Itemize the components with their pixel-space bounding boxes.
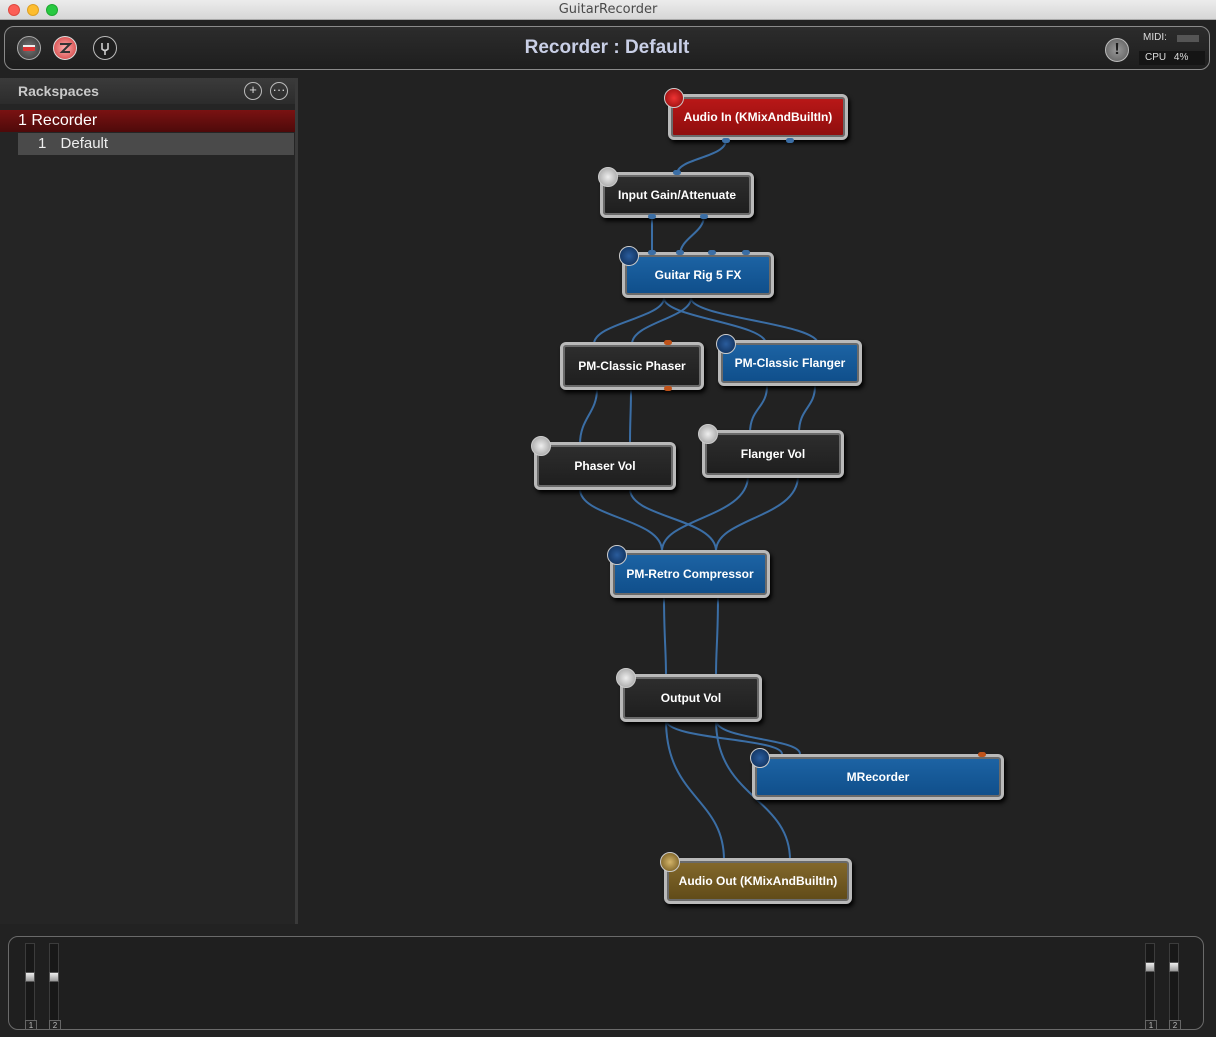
output-port[interactable] <box>648 214 656 219</box>
fader-icon <box>698 424 718 444</box>
toolbar: Recorder : Default ! MIDI: CPU 4% <box>4 26 1210 70</box>
block-label: Audio Out (KMixAndBuiltIn) <box>678 874 838 888</box>
meter-strip: 1 2 1 2 <box>8 936 1204 1030</box>
audio-out-block[interactable]: Audio Out (KMixAndBuiltIn) <box>664 858 852 904</box>
title-bar: GuitarRecorder <box>0 0 1216 20</box>
meter-fader-thumb[interactable] <box>25 972 35 982</box>
window-title: GuitarRecorder <box>558 2 658 17</box>
output-meter-2[interactable]: 2 <box>1169 943 1181 1030</box>
input-meter-2[interactable]: 2 <box>49 943 61 1030</box>
block-label: Input Gain/Attenuate <box>618 188 736 202</box>
output-port[interactable] <box>786 138 794 143</box>
wire[interactable] <box>715 475 799 552</box>
plugin-knob-icon <box>750 748 770 768</box>
rackspaces-sidebar: Rackspaces + ··· 1 Recorder 1 Default <box>0 78 298 924</box>
wire[interactable] <box>579 488 663 552</box>
input-port[interactable] <box>742 250 750 255</box>
add-rackspace-button[interactable]: + <box>244 82 262 100</box>
output-port[interactable] <box>700 214 708 219</box>
page-title: Recorder : Default <box>524 37 690 58</box>
wire[interactable] <box>629 488 717 552</box>
app-window: GuitarRecorder Recorder : Default ! MIDI… <box>0 0 1216 1037</box>
cpu-label: CPU <box>1145 52 1167 63</box>
block-label: PM-Classic Flanger <box>734 356 846 370</box>
wire[interactable] <box>665 719 725 861</box>
rackspace-name: Recorder <box>31 112 98 129</box>
wire[interactable] <box>690 297 819 345</box>
block-label: PM-Classic Phaser <box>578 359 686 373</box>
fader-icon <box>616 668 636 688</box>
wire[interactable] <box>798 385 816 434</box>
block-label: PM-Retro Compressor <box>626 567 754 581</box>
block-label: Phaser Vol <box>574 459 636 473</box>
flanger-block[interactable]: PM-Classic Flanger <box>718 340 862 386</box>
midi-label: MIDI: <box>1143 32 1167 43</box>
midi-port[interactable] <box>978 752 986 757</box>
plus-icon: + <box>249 82 257 97</box>
wire[interactable] <box>663 595 667 677</box>
cpu-value: 4% <box>1173 52 1189 63</box>
more-options-icon: ··· <box>272 82 286 97</box>
meter-fader-thumb[interactable] <box>1169 962 1179 972</box>
wiring-canvas[interactable]: Audio In (KMixAndBuiltIn) Input Gain/Att… <box>302 78 1216 924</box>
input-port[interactable] <box>648 250 656 255</box>
compressor-block[interactable]: PM-Retro Compressor <box>610 550 770 598</box>
input-port[interactable] <box>676 250 684 255</box>
variation-name: Default <box>60 135 109 152</box>
meter-channel-label: 1 <box>25 1020 37 1030</box>
block-label: Audio In (KMixAndBuiltIn) <box>683 110 833 124</box>
fader-icon <box>598 167 618 187</box>
output-meter-1[interactable]: 1 <box>1145 943 1157 1030</box>
plugin-knob-icon <box>607 545 627 565</box>
cpu-meter: CPU 4% <box>1139 51 1205 65</box>
midi-port[interactable] <box>664 340 672 345</box>
output-vol-block[interactable]: Output Vol <box>620 674 762 722</box>
rackspace-options-button[interactable]: ··· <box>270 82 288 100</box>
panic-warning-button[interactable]: ! <box>1105 38 1129 62</box>
rackspace-number: 1 <box>18 112 27 129</box>
wire[interactable] <box>663 297 767 345</box>
plugin-knob-icon <box>619 246 639 266</box>
wire[interactable] <box>679 215 705 256</box>
speaker-icon <box>660 852 680 872</box>
wire[interactable] <box>715 595 719 677</box>
input-gain-block[interactable]: Input Gain/Attenuate <box>600 172 754 218</box>
rackspaces-header: Rackspaces + ··· <box>0 78 295 104</box>
audio-in-block[interactable]: Audio In (KMixAndBuiltIn) <box>668 94 848 140</box>
block-label: Guitar Rig 5 FX <box>654 268 742 282</box>
rackspace-item-recorder[interactable]: 1 Recorder <box>0 110 295 132</box>
output-port[interactable] <box>722 138 730 143</box>
meter-channel-label: 2 <box>1169 1020 1181 1030</box>
meter-channel-label: 2 <box>49 1020 61 1030</box>
block-label: MRecorder <box>846 770 910 784</box>
exclamation-icon: ! <box>1114 41 1120 58</box>
block-label: Flanger Vol <box>740 447 806 461</box>
wire[interactable] <box>676 139 727 175</box>
wire[interactable] <box>749 385 768 434</box>
fader-icon <box>531 436 551 456</box>
variation-number: 1 <box>38 135 47 152</box>
wire[interactable] <box>593 297 665 345</box>
block-label: Output Vol <box>660 691 722 705</box>
input-port[interactable] <box>708 250 716 255</box>
wire[interactable] <box>629 388 632 445</box>
meter-fader-thumb[interactable] <box>49 972 59 982</box>
mrecorder-block[interactable]: MRecorder <box>752 754 1004 800</box>
plugin-knob-icon <box>716 334 736 354</box>
wire[interactable] <box>579 388 598 445</box>
meter-fader-thumb[interactable] <box>1145 962 1155 972</box>
midi-activity-indicator <box>1177 35 1199 42</box>
flanger-vol-block[interactable]: Flanger Vol <box>702 430 844 478</box>
guitar-rig-block[interactable]: Guitar Rig 5 FX <box>622 252 774 298</box>
variation-item-default[interactable]: 1 Default <box>18 133 294 155</box>
rackspaces-title: Rackspaces <box>18 83 99 99</box>
phaser-vol-block[interactable]: Phaser Vol <box>534 442 676 490</box>
midi-port[interactable] <box>664 386 672 391</box>
phaser-block[interactable]: PM-Classic Phaser <box>560 342 704 390</box>
meter-channel-label: 1 <box>1145 1020 1157 1030</box>
input-port[interactable] <box>673 170 681 175</box>
audio-in-icon <box>664 88 684 108</box>
input-meter-1[interactable]: 1 <box>25 943 37 1030</box>
